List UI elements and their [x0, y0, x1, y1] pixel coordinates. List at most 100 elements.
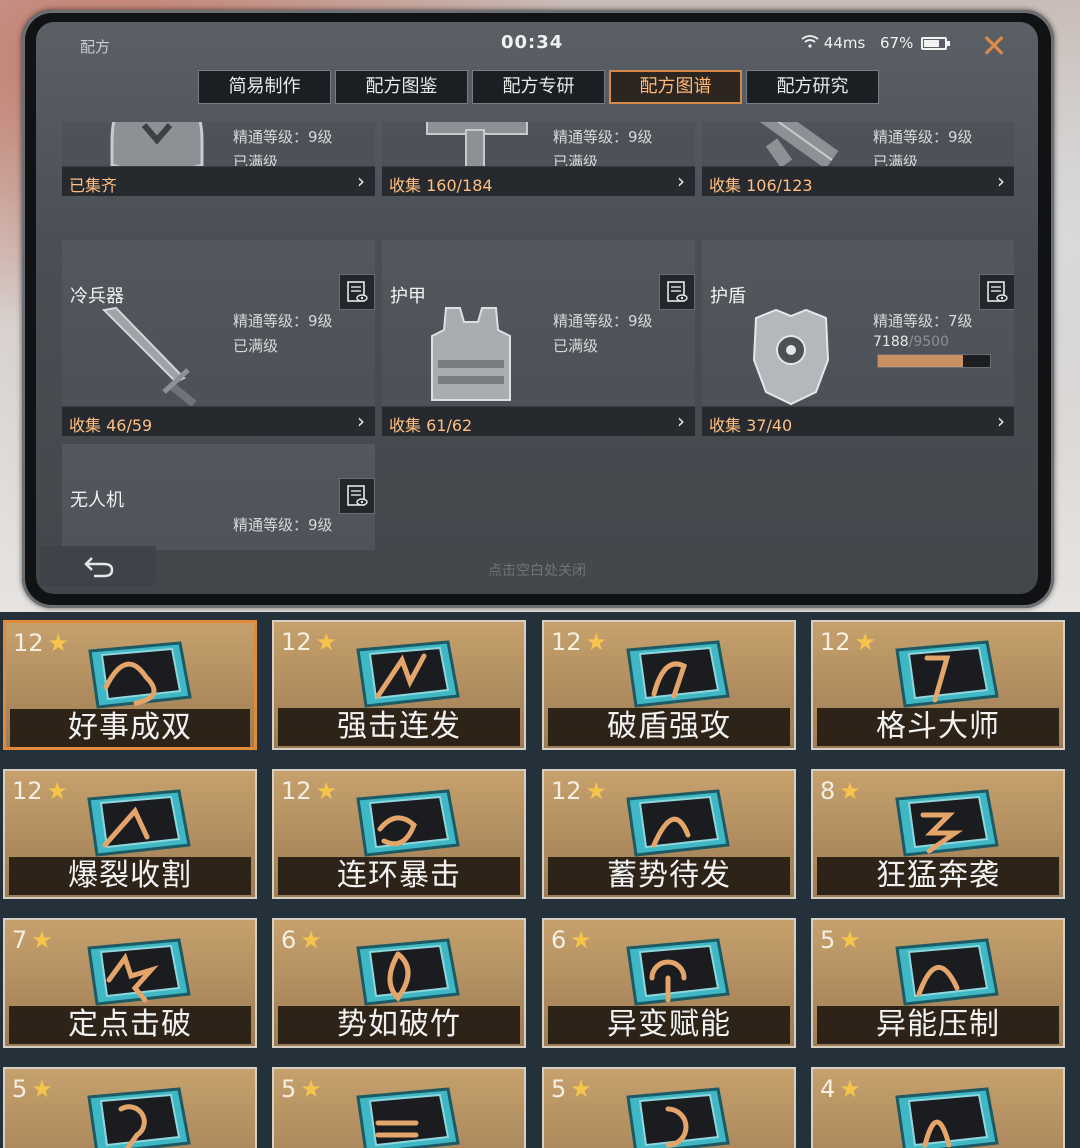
- perk-star-level: 5 ★: [551, 1075, 592, 1103]
- mastery-level: 精通等级：9级: [233, 516, 333, 534]
- star-icon: ★: [31, 1075, 53, 1103]
- card-footer[interactable]: 收集 61/62 ›: [382, 406, 695, 436]
- perk-star-level: 6 ★: [281, 926, 322, 954]
- tab-simple-craft[interactable]: 简易制作: [198, 70, 331, 104]
- codex-view-button[interactable]: [339, 478, 375, 514]
- perk-star-level: 12 ★: [281, 628, 337, 656]
- perk-name: 格斗大师: [817, 708, 1059, 746]
- perk-card[interactable]: 12 ★ 好事成双: [3, 620, 257, 750]
- perk-chip-icon: [895, 938, 999, 1006]
- perk-card[interactable]: 6 ★ 势如破竹: [272, 918, 526, 1048]
- collection-count: 收集 106/123: [709, 176, 813, 195]
- perk-card[interactable]: 8 ★ 狂猛奔袭: [811, 769, 1065, 899]
- perk-level-number: 12: [12, 777, 43, 805]
- perk-card[interactable]: 5 ★: [272, 1067, 526, 1148]
- recipe-grid: 精通等级：9级 已满级 已集齐 › 精通等级：9级 已满级 收集 160/184…: [62, 122, 1014, 550]
- recipe-card-shield[interactable]: 护盾 精通等级：7级 7188/9500 收集 37/40 ›: [702, 240, 1014, 436]
- mastery-level: 精通等级：9级: [553, 128, 653, 146]
- tab-recipe-atlas[interactable]: 配方图谱: [609, 70, 742, 104]
- codex-view-button[interactable]: [339, 274, 375, 310]
- card-footer[interactable]: 收集 106/123 ›: [702, 166, 1014, 196]
- card-footer[interactable]: 已集齐 ›: [62, 166, 375, 196]
- close-button[interactable]: ✕: [976, 28, 1012, 64]
- mastery-level: 精通等级：9级: [233, 312, 333, 330]
- perk-star-level: 12 ★: [12, 777, 68, 805]
- card-footer[interactable]: 收集 46/59 ›: [62, 406, 375, 436]
- perk-chip-icon: [356, 640, 460, 708]
- blade-icon: [101, 306, 197, 408]
- max-level-status: 已满级: [553, 337, 599, 355]
- recipe-panel: 配方 00:34 44ms 67% ✕ 简易制作 配方图鉴 配方专研 配方图谱 …: [36, 22, 1038, 594]
- perk-card[interactable]: 12 ★ 爆裂收割: [3, 769, 257, 899]
- perk-level-number: 5: [12, 1075, 28, 1103]
- star-icon: ★: [839, 1075, 861, 1103]
- perk-card[interactable]: 12 ★ 蓄势待发: [542, 769, 796, 899]
- perk-star-level: 5 ★: [820, 926, 861, 954]
- mastery-level: 精通等级：9级: [873, 128, 973, 146]
- recipe-card-melee[interactable]: 冷兵器 精通等级：9级 已满级 收集 46/59 ›: [62, 240, 375, 436]
- chevron-right-icon: ›: [357, 409, 365, 433]
- tab-recipe-catalog[interactable]: 配方图鉴: [335, 70, 468, 104]
- chevron-right-icon: ›: [997, 169, 1005, 193]
- tab-recipe-study[interactable]: 配方专研: [472, 70, 605, 104]
- perk-level-number: 12: [551, 777, 582, 805]
- perk-name: 异变赋能: [548, 1006, 790, 1044]
- recipe-card-armor[interactable]: 护甲 精通等级：9级 已满级 收集 61/62 ›: [382, 240, 695, 436]
- mastery-progress-bar: [877, 354, 991, 368]
- perk-chip-icon: [88, 641, 192, 709]
- battery-percent: 67%: [880, 34, 914, 52]
- perk-chip-icon: [356, 938, 460, 1006]
- star-icon: ★: [585, 628, 608, 656]
- collection-count: 已集齐: [69, 176, 118, 195]
- ping-value: 44ms: [823, 34, 866, 52]
- perk-card[interactable]: 5 ★: [3, 1067, 257, 1148]
- perk-name: 破盾强攻: [548, 708, 790, 746]
- wifi-status: 44ms: [801, 34, 865, 52]
- recipe-card[interactable]: 精通等级：9级 已满级 收集 160/184 ›: [382, 122, 695, 196]
- star-icon: ★: [47, 629, 70, 657]
- recipe-card[interactable]: 精通等级：9级 已满级 已集齐 ›: [62, 122, 375, 196]
- perk-level-number: 5: [551, 1075, 567, 1103]
- recipe-card[interactable]: 精通等级：9级 已满级 收集 106/123 ›: [702, 122, 1014, 196]
- codex-icon: [987, 281, 1008, 302]
- perk-card[interactable]: 12 ★ 强击连发: [272, 620, 526, 750]
- perk-name: 连环暴击: [278, 857, 520, 895]
- perk-chip-icon: [87, 789, 191, 857]
- progress-fill: [878, 355, 963, 367]
- perk-card[interactable]: 7 ★ 定点击破: [3, 918, 257, 1048]
- perk-card[interactable]: 12 ★ 破盾强攻: [542, 620, 796, 750]
- mastery-progress-text: 7188/9500: [873, 334, 949, 350]
- wifi-icon: [801, 34, 824, 52]
- star-icon: ★: [854, 628, 877, 656]
- perk-name: 好事成双: [10, 709, 250, 747]
- perk-card[interactable]: 5 ★: [542, 1067, 796, 1148]
- perk-level-number: 8: [820, 777, 836, 805]
- recipe-card-drone[interactable]: 无人机 精通等级：9级: [62, 444, 375, 550]
- perk-level-number: 12: [551, 628, 582, 656]
- perk-card[interactable]: 6 ★ 异变赋能: [542, 918, 796, 1048]
- collection-count: 收集 37/40: [709, 416, 793, 435]
- perk-level-number: 5: [281, 1075, 297, 1103]
- perk-card[interactable]: 5 ★ 异能压制: [811, 918, 1065, 1048]
- perk-card[interactable]: 12 ★ 连环暴击: [272, 769, 526, 899]
- perk-chip-icon: [626, 1087, 730, 1148]
- collection-count: 收集 46/59: [69, 416, 153, 435]
- perk-level-number: 12: [281, 777, 312, 805]
- perk-card[interactable]: 4 ★: [811, 1067, 1065, 1148]
- perk-name: 强击连发: [278, 708, 520, 746]
- tab-recipe-research[interactable]: 配方研究: [746, 70, 879, 104]
- perk-level-number: 6: [281, 926, 297, 954]
- codex-view-button[interactable]: [659, 274, 695, 310]
- codex-view-button[interactable]: [979, 274, 1014, 310]
- mastery-level: 精通等级：9级: [233, 128, 333, 146]
- chevron-right-icon: ›: [357, 169, 365, 193]
- perk-card[interactable]: 12 ★ 格斗大师: [811, 620, 1065, 750]
- perk-name: 蓄势待发: [548, 857, 790, 895]
- star-icon: ★: [315, 777, 338, 805]
- card-footer[interactable]: 收集 37/40 ›: [702, 406, 1014, 436]
- perk-star-level: 12 ★: [820, 628, 876, 656]
- card-footer[interactable]: 收集 160/184 ›: [382, 166, 695, 196]
- perk-chip-icon: [895, 640, 999, 708]
- mastery-level: 精通等级：7级: [873, 312, 973, 330]
- star-icon: ★: [46, 777, 69, 805]
